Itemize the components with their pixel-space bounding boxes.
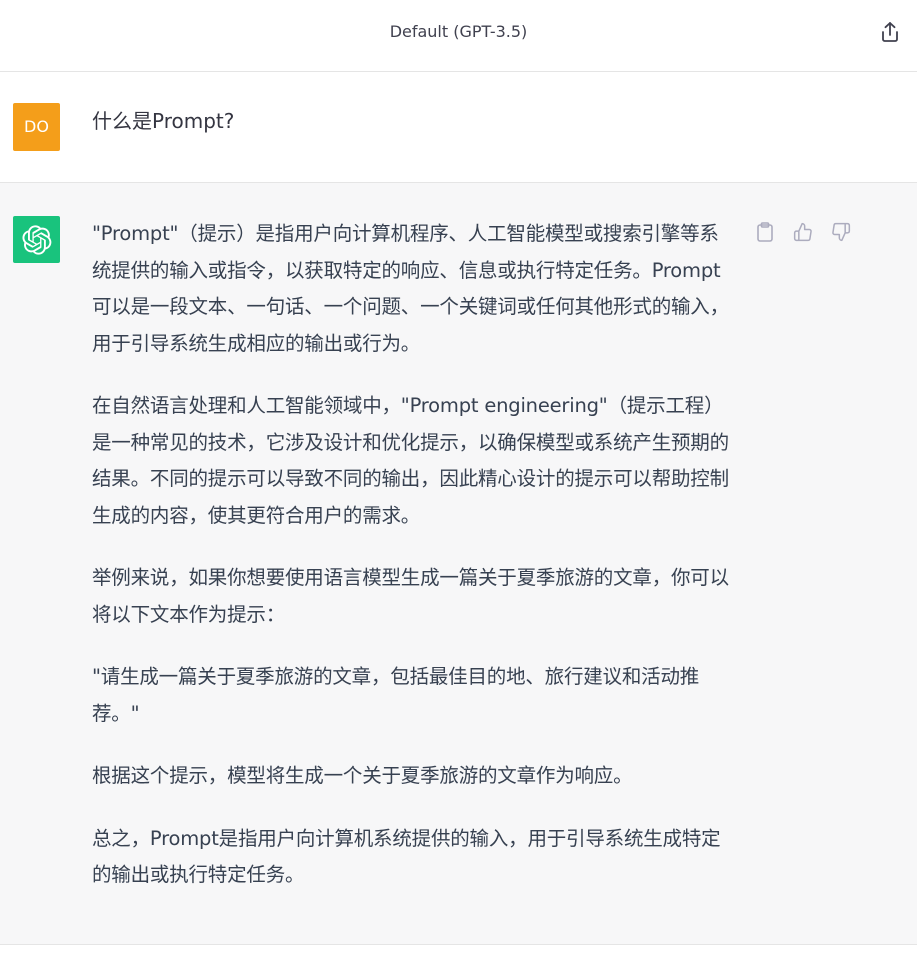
model-title[interactable]: Default (GPT-3.5) <box>0 22 917 42</box>
chat-header: Default (GPT-3.5) <box>0 0 917 72</box>
assistant-paragraph: "Prompt"（提示）是指用户向计算机程序、人工智能模型或搜索引擎等系统提供的… <box>92 222 729 355</box>
user-avatar: DO <box>13 103 60 151</box>
assistant-avatar <box>13 216 60 263</box>
like-button[interactable] <box>790 219 816 245</box>
bottom-area <box>0 945 917 956</box>
assistant-paragraph: 举例来说，如果你想要使用语言模型生成一篇关于夏季旅游的文章，你可以将以下文本作为… <box>92 566 729 626</box>
clipboard-icon <box>757 222 773 242</box>
assistant-message-row: "Prompt"（提示）是指用户向计算机程序、人工智能模型或搜索引擎等系统提供的… <box>0 183 917 945</box>
assistant-paragraph: 在自然语言处理和人工智能领域中，"Prompt engineering"（提示工… <box>92 394 729 527</box>
assistant-paragraph: 总之，Prompt是指用户向计算机系统提供的输入，用于引导系统生成特定的输出或执… <box>92 826 721 887</box>
thumbs-down-icon <box>832 222 851 242</box>
thumbs-up-icon <box>793 222 812 242</box>
assistant-paragraph: "请生成一篇关于夏季旅游的文章，包括最佳目的地、旅行建议和活动推荐。" <box>92 665 700 725</box>
chat-page: Default (GPT-3.5) DO 什么是Prompt? "Prompt"… <box>0 0 917 956</box>
openai-logo-icon <box>21 224 51 255</box>
message-actions <box>752 219 854 245</box>
share-icon <box>882 22 898 42</box>
assistant-message-content: "Prompt"（提示）是指用户向计算机程序、人工智能模型或搜索引擎等系统提供的… <box>92 216 737 920</box>
dislike-button[interactable] <box>828 219 854 245</box>
user-message-row: DO 什么是Prompt? <box>0 72 917 183</box>
share-button[interactable] <box>877 18 903 46</box>
user-message-text: 什么是Prompt? <box>92 109 235 133</box>
copy-button[interactable] <box>752 219 778 245</box>
assistant-paragraph: 根据这个提示，模型将生成一个关于夏季旅游的文章作为响应。 <box>92 764 633 787</box>
